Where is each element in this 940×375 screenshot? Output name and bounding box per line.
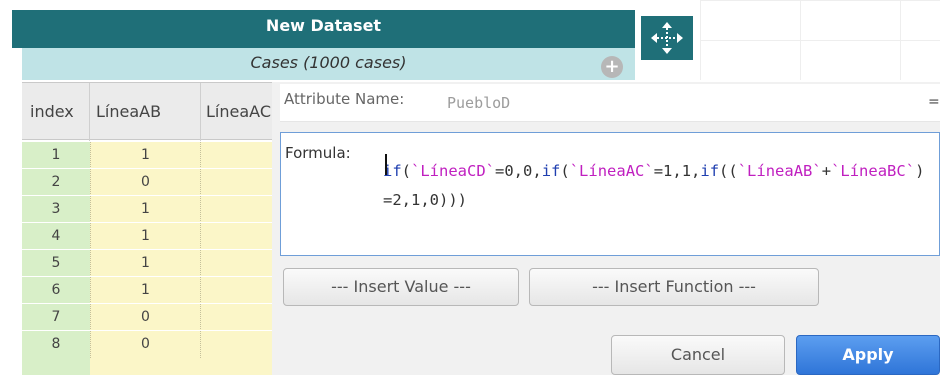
column-divider bbox=[200, 83, 201, 141]
table-row[interactable]: 7 0 bbox=[22, 304, 282, 331]
table-row[interactable]: 1 1 bbox=[22, 142, 282, 169]
background-grid bbox=[700, 0, 940, 80]
table-row-partial[interactable] bbox=[22, 358, 282, 375]
cell-lineaab[interactable]: 0 bbox=[90, 304, 201, 331]
row-index: 3 bbox=[22, 196, 90, 223]
column-header-index[interactable]: index bbox=[30, 83, 74, 141]
column-divider bbox=[89, 83, 90, 141]
formula-token: `LíneaAC` bbox=[569, 162, 654, 180]
formula-token: =0,0, bbox=[495, 162, 542, 180]
cell-lineaac[interactable] bbox=[201, 169, 282, 196]
formula-text[interactable]: if(`LíneaCD`=0,0,if(`LíneaAC`=1,1,if((`L… bbox=[383, 157, 933, 215]
column-header-lineaab[interactable]: LíneaAB bbox=[96, 83, 161, 141]
move-arrows-icon bbox=[651, 22, 683, 54]
formula-token: if bbox=[541, 162, 561, 180]
cell-lineaab[interactable]: 1 bbox=[90, 250, 201, 277]
row-index: 6 bbox=[22, 277, 90, 304]
dataset-title-bar[interactable]: New Dataset bbox=[12, 10, 635, 48]
plus-circle-icon[interactable]: + bbox=[601, 56, 623, 78]
row-index bbox=[22, 358, 90, 375]
formula-token: if bbox=[700, 162, 720, 180]
row-index: 2 bbox=[22, 169, 90, 196]
formula-token: `LíneaBC` bbox=[831, 162, 916, 180]
cases-label: Cases (1000 cases) bbox=[250, 53, 407, 72]
cancel-button[interactable]: Cancel bbox=[611, 335, 785, 375]
table-row[interactable]: 2 0 bbox=[22, 169, 282, 196]
apply-button[interactable]: Apply bbox=[796, 335, 940, 375]
table-row[interactable]: 5 1 bbox=[22, 250, 282, 277]
formula-token: ( bbox=[401, 162, 412, 180]
cell-lineaac[interactable] bbox=[201, 223, 282, 250]
equals-sign: = bbox=[928, 94, 940, 110]
formula-label: Formula: bbox=[285, 144, 351, 162]
attribute-name-input[interactable]: PuebloD bbox=[447, 94, 510, 112]
cell-lineaab[interactable]: 1 bbox=[90, 142, 201, 169]
move-button[interactable] bbox=[637, 12, 697, 64]
cell-lineaab[interactable]: 1 bbox=[90, 223, 201, 250]
table-row[interactable]: 3 1 bbox=[22, 196, 282, 223]
insert-value-button[interactable]: --- Insert Value --- bbox=[283, 268, 519, 306]
cell-lineaac[interactable] bbox=[201, 304, 282, 331]
cases-bar[interactable]: Cases (1000 cases) bbox=[22, 48, 635, 80]
row-index: 7 bbox=[22, 304, 90, 331]
table-row[interactable]: 6 1 bbox=[22, 277, 282, 304]
insert-function-button[interactable]: --- Insert Function --- bbox=[529, 268, 819, 306]
formula-token: + bbox=[821, 162, 832, 180]
cell-lineaac[interactable] bbox=[201, 142, 282, 169]
cell-lineaab[interactable]: 0 bbox=[90, 169, 201, 196]
column-header-row: index LíneaAB LíneaAC bbox=[22, 82, 282, 141]
row-index: 8 bbox=[22, 331, 90, 358]
attribute-name-label: Attribute Name: bbox=[284, 90, 405, 108]
cell-lineaac[interactable] bbox=[201, 196, 282, 223]
formula-token: (( bbox=[719, 162, 738, 180]
formula-token: `LíneaCD` bbox=[411, 162, 496, 180]
row-index: 5 bbox=[22, 250, 90, 277]
cell-lineaab[interactable]: 0 bbox=[90, 331, 201, 358]
cell-lineaac[interactable] bbox=[201, 331, 282, 358]
cell-lineaab[interactable]: 1 bbox=[90, 277, 201, 304]
formula-token: ( bbox=[560, 162, 570, 180]
text-cursor bbox=[385, 154, 387, 175]
cell-lineaac[interactable] bbox=[201, 277, 282, 304]
column-header-lineaac[interactable]: LíneaAC bbox=[206, 83, 271, 141]
table-row[interactable]: 4 1 bbox=[22, 223, 282, 250]
cell-lineaac[interactable] bbox=[201, 250, 282, 277]
cell-lineaab[interactable]: 1 bbox=[90, 196, 201, 223]
dataset-title: New Dataset bbox=[265, 16, 382, 35]
formula-token: =1,1, bbox=[653, 162, 701, 180]
formula-token: `LíneaAB` bbox=[737, 162, 822, 180]
row-index: 4 bbox=[22, 223, 90, 250]
row-index: 1 bbox=[22, 142, 90, 169]
